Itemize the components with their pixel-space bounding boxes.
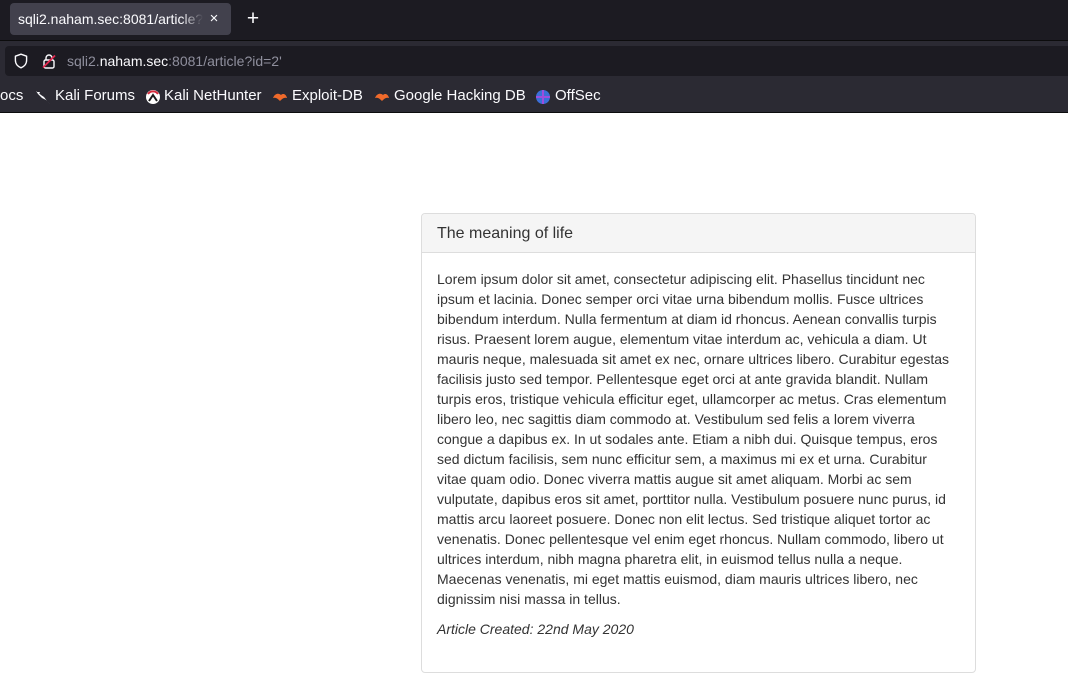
- url-path: :8081/article?id=2': [168, 53, 282, 69]
- url-subdomain: sqli2.: [67, 53, 100, 69]
- address-bar[interactable]: sqli2.naham.sec:8081/article?id=2': [5, 46, 1068, 76]
- article-title: The meaning of life: [437, 225, 574, 242]
- url-host: naham.sec: [99, 53, 169, 69]
- new-tab-button[interactable]: +: [243, 8, 263, 30]
- bookmark-google-hacking-db[interactable]: Google Hacking DB: [394, 79, 526, 113]
- bookmark-exploit-db[interactable]: Exploit-DB: [292, 79, 363, 113]
- bookmark-kali-forums[interactable]: Kali Forums: [55, 79, 135, 113]
- ghdb-icon: [375, 93, 389, 101]
- bookmarks-toolbar: ocs Kali Forums Kali NetHunter Exploit-D…: [0, 79, 1068, 113]
- panel-body: Lorem ipsum dolor sit amet, consectetur …: [437, 269, 957, 639]
- panel-heading: The meaning of life: [422, 214, 975, 253]
- article-panel: The meaning of life Lorem ipsum dolor si…: [421, 213, 976, 673]
- tab-title[interactable]: sqli2.naham.sec:8081/article?id=2': [18, 3, 203, 35]
- bookmark-docs[interactable]: ocs: [0, 79, 23, 113]
- tracking-protection-shield-icon[interactable]: [13, 53, 29, 69]
- close-tab-icon[interactable]: ×: [206, 11, 222, 27]
- insecure-lock-icon[interactable]: [41, 53, 57, 69]
- kali-dragon-icon: [36, 91, 50, 104]
- nethunter-icon: [146, 90, 160, 104]
- navigation-toolbar: sqli2.naham.sec:8081/article?id=2': [0, 40, 1068, 79]
- offsec-icon: [536, 90, 550, 104]
- tab-strip: sqli2.naham.sec:8081/article?id=2' × +: [0, 0, 1068, 40]
- article-body: Lorem ipsum dolor sit amet, consectetur …: [437, 271, 950, 607]
- exploit-db-icon: [273, 93, 287, 101]
- url-text[interactable]: sqli2.naham.sec:8081/article?id=2': [67, 46, 282, 76]
- bookmark-kali-nethunter[interactable]: Kali NetHunter: [164, 79, 262, 113]
- bookmark-offsec[interactable]: OffSec: [555, 79, 601, 113]
- active-tab[interactable]: sqli2.naham.sec:8081/article?id=2' ×: [10, 3, 231, 35]
- article-created-date: Article Created: 22nd May 2020: [437, 621, 634, 637]
